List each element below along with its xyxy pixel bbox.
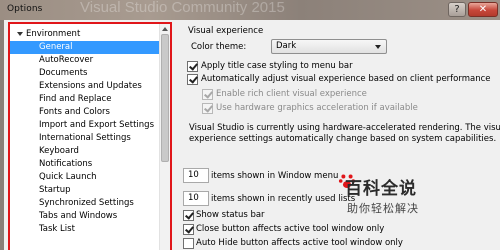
help-button[interactable]: ?: [448, 2, 466, 17]
section-title: Visual experience: [188, 26, 264, 36]
info-text-line-2: experience settings automatically change…: [189, 134, 497, 144]
show-status-bar-label[interactable]: Show status bar: [196, 210, 265, 221]
tree-item-label: General: [39, 42, 73, 52]
hw-accel-label: Use hardware graphics acceleration if av…: [216, 103, 418, 113]
tree-item-international[interactable]: International Settings: [10, 132, 160, 145]
apply-title-case-label[interactable]: Apply title case styling to menu bar: [201, 61, 353, 72]
color-theme-select[interactable]: Dark: [271, 39, 387, 54]
tree-item-label: International Settings: [39, 133, 131, 143]
show-status-bar-checkbox[interactable]: [183, 210, 194, 221]
recent-count-value: 10: [188, 193, 199, 203]
watermark-title: 百科全说: [345, 179, 417, 199]
window-menu-label: items shown in Window menu: [211, 171, 339, 181]
tree-item-task-list[interactable]: Task List: [10, 223, 160, 236]
tree-item-label: Task List: [39, 224, 75, 234]
tree-item-label: Notifications: [39, 159, 93, 169]
color-theme-label: Color theme:: [191, 42, 247, 52]
background-window-title: Visual Studio Community 2015: [80, 0, 285, 16]
tree-item-synchronized[interactable]: Synchronized Settings: [10, 197, 160, 210]
tree-item-label: Tabs and Windows: [39, 211, 118, 221]
tree-item-label: Documents: [39, 68, 88, 78]
tree-item-label: AutoRecover: [39, 55, 94, 65]
tree-item-autorecover[interactable]: AutoRecover: [10, 54, 160, 67]
window-title: Options: [7, 4, 43, 14]
window-menu-count-input[interactable]: 10: [183, 168, 209, 183]
tree-item-label: Quick Launch: [39, 172, 97, 182]
auto-hide-checkbox[interactable]: [183, 238, 194, 249]
tree-item-documents[interactable]: Documents: [10, 67, 160, 80]
recent-label: items shown in recently used lists: [211, 194, 356, 204]
tree-item-label: Keyboard: [39, 146, 79, 156]
expand-arrow-icon[interactable]: [17, 32, 23, 36]
close-button-label[interactable]: Close button affects active tool window …: [196, 224, 384, 235]
scroll-thumb[interactable]: [161, 34, 169, 162]
recent-count-input[interactable]: 10: [183, 191, 209, 206]
auto-adjust-checkbox[interactable]: [187, 74, 198, 85]
window-menu-count-value: 10: [188, 170, 199, 180]
tree-item-extensions[interactable]: Extensions and Updates: [10, 80, 160, 93]
tree-item-label: Import and Export Settings: [39, 120, 154, 130]
tree-item-keyboard[interactable]: Keyboard: [10, 145, 160, 158]
tree-item-tabs-windows[interactable]: Tabs and Windows: [10, 210, 160, 223]
color-theme-value: Dark: [276, 41, 297, 51]
watermark-subtitle: 助你轻松解决: [347, 202, 419, 215]
auto-adjust-label[interactable]: Automatically adjust visual experience b…: [201, 74, 491, 85]
general-settings-panel: Visual experience Color theme: Dark Appl…: [180, 22, 500, 250]
tree-item-label: Synchronized Settings: [39, 198, 134, 208]
scroll-up-arrow-icon[interactable]: [162, 27, 168, 31]
title-bar[interactable]: Visual Studio Community 2015 Options ? ✕: [0, 0, 500, 20]
tree-item-import-export[interactable]: Import and Export Settings: [10, 119, 160, 132]
close-button-checkbox[interactable]: [183, 224, 194, 235]
auto-hide-label[interactable]: Auto Hide button affects active tool win…: [196, 238, 403, 249]
tree-item-quick-launch[interactable]: Quick Launch: [10, 171, 160, 184]
tree-item-find-replace[interactable]: Find and Replace: [10, 93, 160, 106]
options-window: Visual Studio Community 2015 Options ? ✕…: [0, 0, 500, 250]
tree-item-label: Fonts and Colors: [39, 107, 110, 117]
close-button[interactable]: ✕: [468, 2, 498, 17]
tree-item-notifications[interactable]: Notifications: [10, 158, 160, 171]
tree-group-label: Environment: [26, 29, 81, 39]
tree-group-environment[interactable]: Environment: [10, 28, 160, 41]
tree-item-fonts-colors[interactable]: Fonts and Colors: [10, 106, 160, 119]
tree-item-general[interactable]: General: [10, 41, 160, 54]
tree-item-startup[interactable]: Startup: [10, 184, 160, 197]
chevron-down-icon: [375, 45, 381, 49]
tree-item-label: Find and Replace: [39, 94, 112, 104]
apply-title-case-checkbox[interactable]: [187, 61, 198, 72]
tree-item-label: Startup: [39, 185, 71, 195]
tree-item-label: Extensions and Updates: [39, 81, 142, 91]
hw-accel-checkbox[interactable]: [202, 103, 213, 114]
info-text-line-1: Visual Studio is currently using hardwar…: [189, 123, 500, 133]
tree-scrollbar[interactable]: [159, 24, 170, 250]
enable-rich-label: Enable rich client visual experience: [216, 89, 367, 99]
options-tree[interactable]: Environment General AutoRecover Document…: [8, 22, 172, 250]
enable-rich-checkbox[interactable]: [202, 89, 213, 100]
